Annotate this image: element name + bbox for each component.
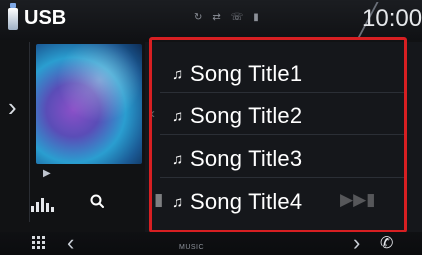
status-icons: ↻ ⇄ ☏ ▮ xyxy=(194,12,259,23)
equalizer-icon xyxy=(50,207,54,212)
album-artwork[interactable] xyxy=(36,44,142,164)
music-note-icon: ♫ xyxy=(172,193,184,211)
equalizer-icon xyxy=(30,206,34,212)
music-note-icon: ♫ xyxy=(172,65,184,83)
signal-icon: ▮ xyxy=(253,12,259,23)
screen: USB ↻ ⇄ ☏ ▮ 10:00 › ▶ ‹ ▮ ▶▶▮ ♫ Song Tit… xyxy=(0,0,422,255)
search-icon xyxy=(90,194,104,208)
clock: 10:00 xyxy=(362,5,422,32)
open-panel-arrow[interactable]: › xyxy=(8,94,17,120)
music-note-icon: ♫ xyxy=(172,150,184,168)
song-title: Song Title4 xyxy=(190,189,303,214)
home-grid-icon[interactable] xyxy=(32,236,45,249)
usb-icon xyxy=(8,3,18,30)
tel-icon: ☏ xyxy=(230,12,244,23)
equalizer-icon xyxy=(35,202,39,212)
song-title: Song Title2 xyxy=(190,103,303,128)
music-note-icon: ♫ xyxy=(172,107,184,125)
status-bar: USB ↻ ⇄ ☏ ▮ 10:00 xyxy=(0,0,422,40)
song-title: Song Title3 xyxy=(190,146,303,171)
phone-icon[interactable]: ✆ xyxy=(380,233,393,253)
song-title: Song Title1 xyxy=(190,61,303,86)
list-item[interactable]: ♫ Song Title4 xyxy=(172,184,302,220)
source-title[interactable]: USB xyxy=(24,7,66,30)
search-button[interactable] xyxy=(86,190,110,214)
equalizer-button[interactable] xyxy=(22,186,62,218)
list-item[interactable]: ♫ Song Title2 xyxy=(172,98,302,134)
list-item[interactable]: ♫ Song Title3 xyxy=(172,141,302,177)
next-page-button[interactable]: › xyxy=(353,232,360,254)
source-label: MUSIC xyxy=(179,244,205,251)
play-indicator-icon: ▶ xyxy=(43,168,51,179)
equalizer-icon xyxy=(45,203,49,212)
shuffle-icon: ⇄ xyxy=(212,12,221,23)
prev-page-button[interactable]: ‹ xyxy=(67,232,74,254)
repeat-icon: ↻ xyxy=(194,12,203,23)
list-item[interactable]: ♫ Song Title1 xyxy=(172,56,302,92)
equalizer-icon xyxy=(40,198,44,212)
